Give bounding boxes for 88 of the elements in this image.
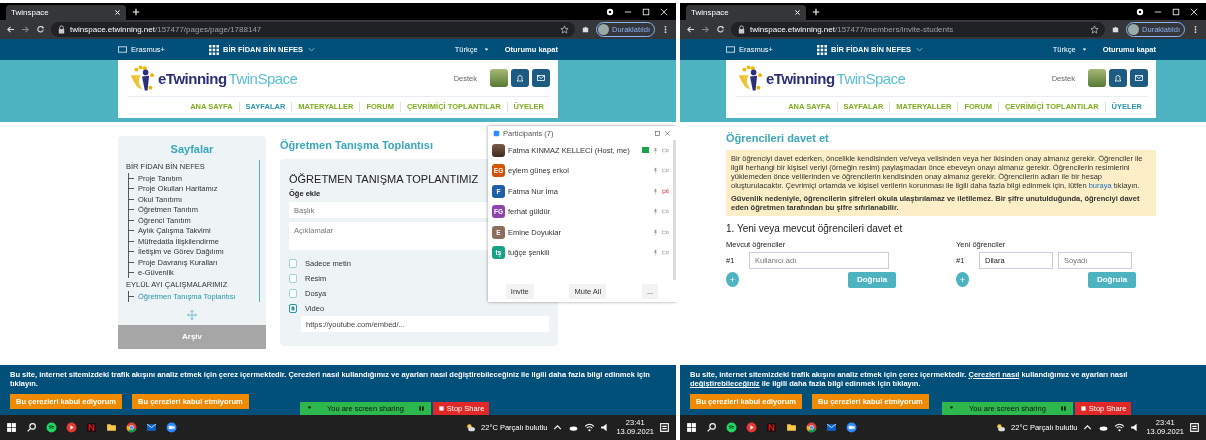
browser-tab[interactable]: Twinspace <box>6 5 126 20</box>
mail-icon[interactable] <box>826 422 837 433</box>
notification-icon[interactable] <box>659 422 670 433</box>
play-app-icon[interactable] <box>66 422 77 433</box>
page-title: Öğrencileri davet et <box>726 132 830 144</box>
restore-icon[interactable] <box>654 129 661 137</box>
microphone-icon[interactable] <box>652 228 659 236</box>
lock-icon <box>57 25 66 34</box>
envelope-icon <box>536 73 546 83</box>
address-bar[interactable]: twinspace.etwinning.net/157477/pages/page/1788147 <box>51 22 576 37</box>
plus-icon[interactable] <box>132 8 140 16</box>
radio-button[interactable] <box>289 289 297 298</box>
pause-icon[interactable] <box>417 405 425 412</box>
messages-button[interactable] <box>532 69 550 87</box>
bell-icon <box>515 73 525 83</box>
wifi-icon[interactable] <box>584 422 596 433</box>
folder-icon[interactable] <box>106 422 117 433</box>
plus-icon[interactable] <box>812 8 820 16</box>
pin-icon <box>948 405 955 412</box>
video-app-icon[interactable] <box>86 422 97 433</box>
wifi-icon[interactable] <box>1114 422 1126 433</box>
microphone-icon[interactable] <box>652 187 659 195</box>
microphone-icon[interactable] <box>652 146 659 154</box>
eu-flag-icon <box>118 45 127 54</box>
pause-icon[interactable] <box>1059 405 1067 412</box>
chevron-down-icon[interactable] <box>307 45 316 54</box>
back-icon[interactable] <box>6 25 15 34</box>
logo-figure-icon <box>736 64 764 92</box>
forward-icon[interactable] <box>21 25 30 34</box>
section-heading: ÖĞRETMEN TANIŞMA TOPLANTIMIZ <box>289 173 479 185</box>
video-call-icon[interactable] <box>166 422 177 433</box>
apps-grid-icon[interactable] <box>817 44 827 55</box>
search-icon[interactable] <box>706 422 717 433</box>
maximize-icon[interactable] <box>642 7 650 16</box>
section-heading: 1. Yeni veya mevcut öğrencileri davet et <box>726 222 904 234</box>
logo-subtext: TwinSpace <box>228 69 298 87</box>
address-bar[interactable]: twinspace.etwinning.net/157477/members/invite-students <box>731 22 1106 37</box>
reload-icon[interactable] <box>36 25 45 34</box>
windows-icon[interactable] <box>686 422 697 433</box>
lock-icon <box>737 25 746 34</box>
video-call-icon[interactable] <box>846 422 857 433</box>
microphone-icon[interactable] <box>652 208 659 216</box>
music-app-icon[interactable] <box>726 422 737 433</box>
page-title: Öğretmen Tanışma Toplantısı <box>280 139 433 151</box>
envelope-icon <box>1134 73 1144 83</box>
weather-icon[interactable] <box>465 422 477 433</box>
search-icon[interactable] <box>26 422 37 433</box>
star-icon[interactable] <box>1090 25 1100 34</box>
profile-photo[interactable] <box>1088 69 1106 87</box>
photo-placeholder <box>492 143 505 157</box>
notifications-button[interactable] <box>1109 69 1127 87</box>
logo-figure-icon <box>128 64 156 92</box>
back-icon[interactable] <box>686 25 695 34</box>
weather-icon[interactable] <box>995 422 1007 433</box>
bell-icon <box>1113 73 1123 83</box>
camera-crossed-icon[interactable] <box>662 187 669 195</box>
browser-icon[interactable] <box>126 422 137 433</box>
radio-button[interactable] <box>289 304 297 313</box>
browser-icon[interactable] <box>806 422 817 433</box>
star-icon[interactable] <box>560 25 570 34</box>
logo-text: eTwinning <box>158 69 227 87</box>
chevron-down-icon[interactable] <box>915 45 924 54</box>
forward-icon[interactable] <box>701 25 710 34</box>
microphone-icon[interactable] <box>652 167 659 175</box>
notifications-button[interactable] <box>511 69 529 87</box>
logo-subtext: TwinSpace <box>836 69 906 87</box>
mail-icon[interactable] <box>146 422 157 433</box>
logo-text: eTwinning <box>766 69 835 87</box>
microphone-icon[interactable] <box>652 249 659 257</box>
radio-button[interactable] <box>289 259 297 268</box>
record-icon <box>606 7 614 16</box>
record-icon <box>1136 7 1144 16</box>
folder-icon[interactable] <box>786 422 797 433</box>
windows-icon[interactable] <box>6 422 17 433</box>
browser-tab[interactable]: Twinspace <box>686 5 806 20</box>
play-app-icon[interactable] <box>746 422 757 433</box>
reload-icon[interactable] <box>716 25 725 34</box>
eu-flag-icon <box>726 45 735 54</box>
apps-grid-icon[interactable] <box>209 44 219 55</box>
sidebar-title: Sayfalar <box>169 143 215 155</box>
profile-photo[interactable] <box>490 69 508 87</box>
music-app-icon[interactable] <box>46 422 57 433</box>
messages-button[interactable] <box>1130 69 1148 87</box>
radio-button[interactable] <box>289 274 297 283</box>
maximize-icon[interactable] <box>1172 7 1180 16</box>
notification-icon[interactable] <box>1189 422 1200 433</box>
video-app-icon[interactable] <box>766 422 777 433</box>
pin-icon <box>306 405 313 412</box>
